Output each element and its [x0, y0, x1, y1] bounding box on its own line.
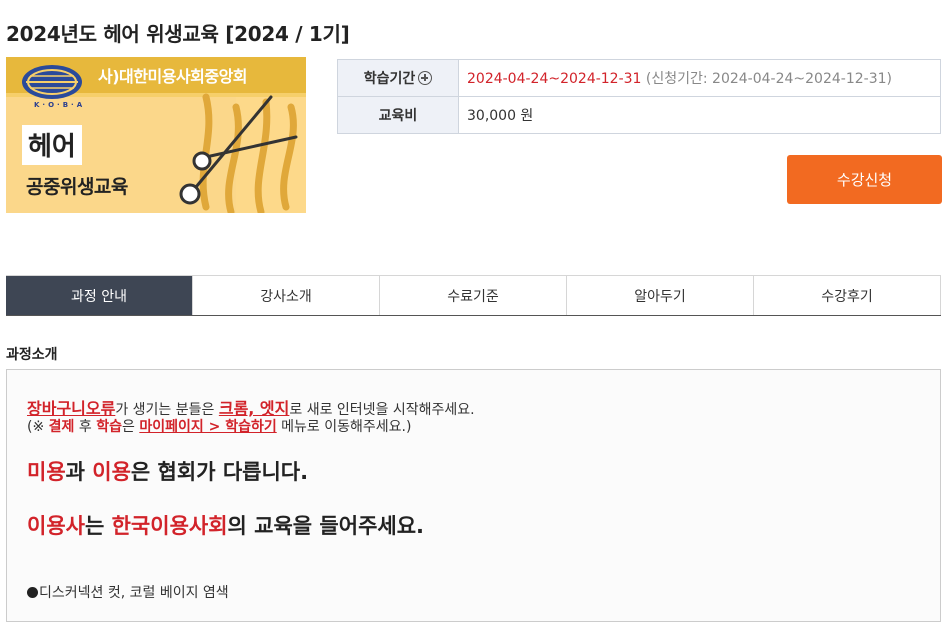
intro-line-association: 미용과 이용은 협회가 다릅니다. — [27, 456, 308, 486]
curriculum-text: 디스커넥션 컷, 코럴 베이지 염색 — [39, 585, 229, 601]
intro-text: 후 — [74, 419, 97, 435]
fee-row: 교육비 30,000 원 — [337, 96, 941, 134]
tab-instructor[interactable]: 강사소개 — [193, 276, 380, 315]
course-tabs: 과정 안내 강사소개 수료기준 알아두기 수강후기 — [6, 275, 941, 316]
scissors-comb-illustration-icon — [179, 93, 298, 213]
course-thumbnail: K·O·B·A 사)대한미용사회중앙회 헤어 공중위생교육 — [6, 57, 306, 213]
tab-course-guide[interactable]: 과정 안내 — [6, 276, 193, 315]
fee-value: 30,000 원 — [458, 96, 941, 134]
period-label-cell: 학습기간 — [337, 59, 459, 97]
barber-text: 이용 — [92, 460, 131, 484]
barber-person-text: 이용사 — [27, 514, 85, 538]
payment-text: 결제 — [48, 419, 75, 435]
plus-circle-icon[interactable] — [418, 71, 433, 85]
barber-association-text: 한국이용사회 — [111, 514, 228, 538]
curriculum-item: 디스커넥션 컷, 코럴 베이지 염색 — [27, 582, 229, 602]
period-value-cell: 2024-04-24~2024-12-31 (신청기간: 2024-04-24~… — [458, 59, 941, 97]
tab-completion-criteria[interactable]: 수료기준 — [380, 276, 567, 315]
page-title: 2024년도 헤어 위생교육 [2024 / 1기] — [6, 22, 350, 46]
bullet-icon — [27, 587, 38, 598]
section-title: 과정소개 — [6, 347, 58, 363]
fee-label: 교육비 — [337, 96, 459, 134]
category-label: 헤어 — [22, 125, 82, 165]
course-intro-box: 장바구니오류가 생기는 분들은 크롬, 엣지로 새로 인터넷을 시작해주세요. … — [6, 369, 941, 622]
period-row: 학습기간 2024-04-24~2024-12-31 (신청기간: 2024-0… — [337, 59, 941, 97]
intro-text: 은 협회가 다릅니다. — [130, 460, 309, 484]
intro-text: 는 — [84, 514, 112, 538]
learning-text: 학습 — [96, 419, 122, 435]
intro-line-barber: 이용사는 한국이용사회의 교육을 들어주세요. — [27, 510, 424, 540]
intro-text: 메뉴로 이동해주세요.) — [276, 419, 412, 435]
beauty-text: 미용 — [27, 460, 66, 484]
intro-text: 의 교육을 들어주세요. — [227, 514, 425, 538]
intro-text: 과 — [65, 460, 93, 484]
apply-period: (신청기간: 2024-04-24~2024-12-31) — [645, 71, 892, 87]
intro-line-mypage: (※ 결제 후 학습은 마이페이지 > 학습하기 메뉴로 이동해주세요.) — [27, 416, 411, 436]
tab-reviews[interactable]: 수강후기 — [754, 276, 941, 315]
course-info-table: 학습기간 2024-04-24~2024-12-31 (신청기간: 2024-0… — [337, 59, 941, 134]
logo-text: K·O·B·A — [34, 101, 86, 109]
intro-text: 은 — [121, 419, 140, 435]
mypage-path: 마이페이지 > 학습하기 — [139, 419, 277, 435]
period-value: 2024-04-24~2024-12-31 — [467, 71, 642, 87]
tab-notice[interactable]: 알아두기 — [567, 276, 754, 315]
period-label: 학습기간 — [363, 71, 416, 87]
intro-text: (※ — [27, 419, 49, 435]
enroll-button[interactable]: 수강신청 — [787, 155, 942, 204]
category-subtitle: 공중위생교육 — [26, 176, 128, 198]
